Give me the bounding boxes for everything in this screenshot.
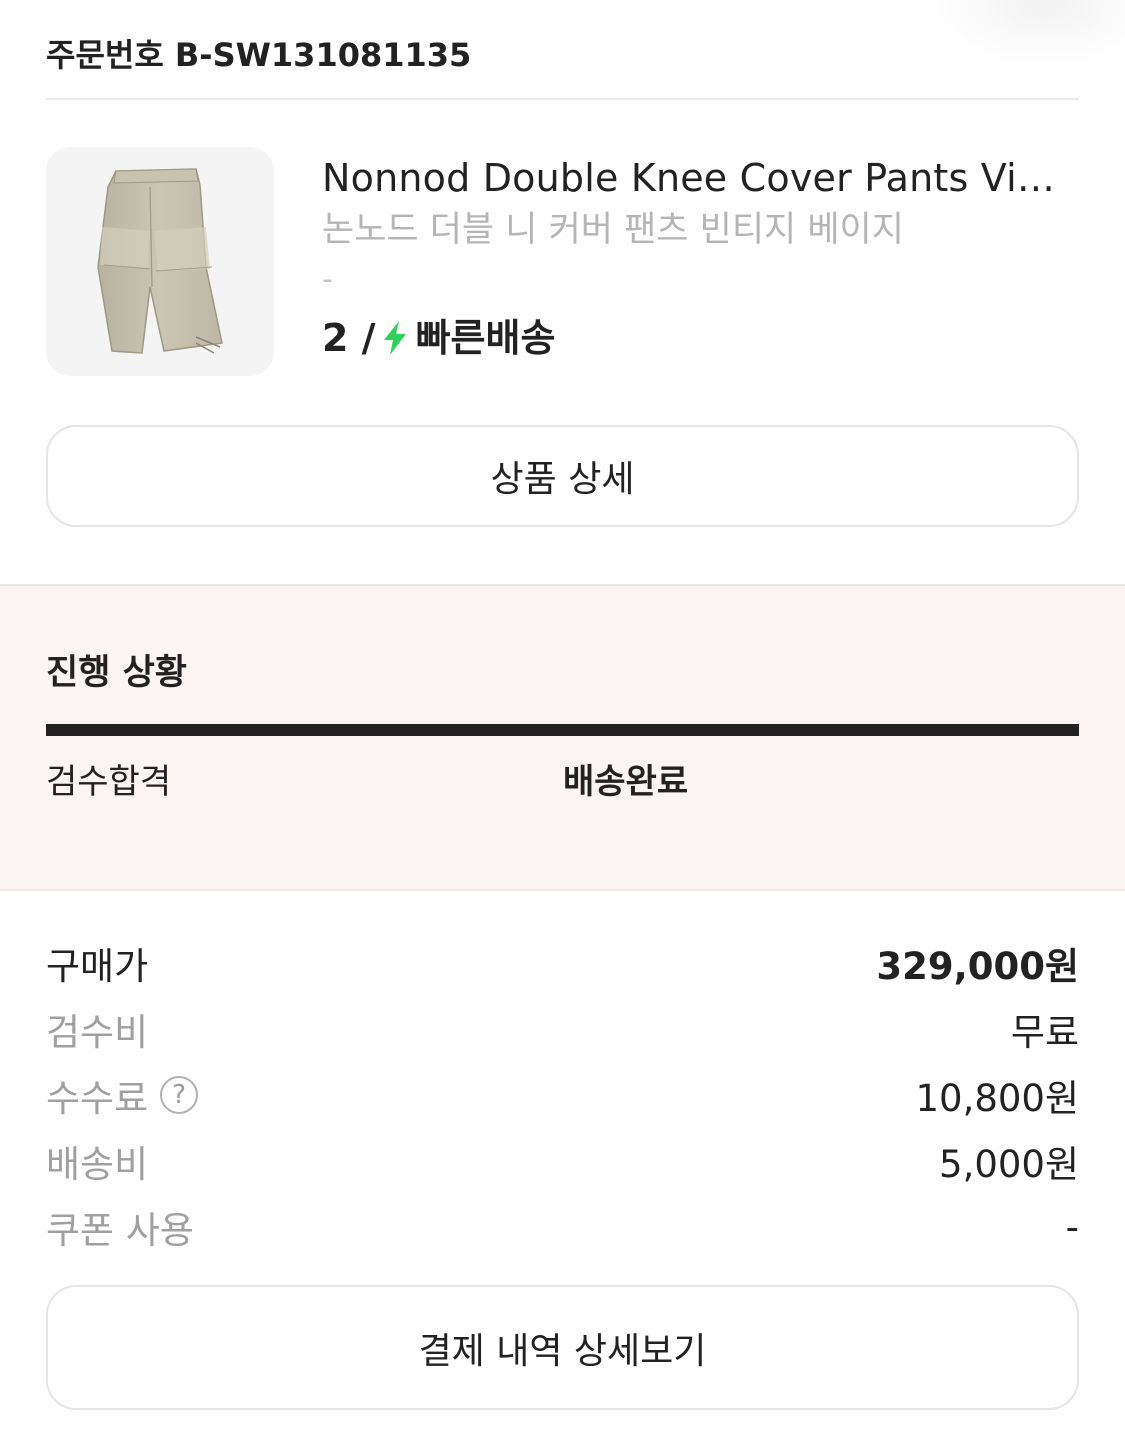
- progress-title: 진행 상황: [46, 653, 187, 693]
- product-size: 2 /: [322, 316, 376, 360]
- price-value: 329,000원: [876, 945, 1079, 988]
- order-detail-page: 주문번호 B-SW131081135 Nonnod Double Knee Co…: [0, 0, 1125, 1456]
- price-label: 수수료: [46, 1077, 149, 1120]
- step-delivered: 배송완료: [563, 762, 689, 802]
- price-label-wrapper: 수수료 ?: [46, 1068, 199, 1122]
- price-row-commission: 수수료 ? 10,800원: [46, 1062, 1079, 1128]
- product-name-en[interactable]: Nonnod Double Knee Cover Pants Vint...: [322, 150, 1072, 206]
- price-row-coupon: 쿠폰 사용 -: [46, 1194, 1079, 1260]
- product-image[interactable]: [46, 147, 274, 376]
- price-row-inspection-fee: 검수비 무료: [46, 996, 1079, 1062]
- progress-section: 진행 상황 검수합격 배송완료: [0, 584, 1125, 891]
- delivery-type: 빠른배송: [415, 316, 556, 360]
- price-value: 무료: [1010, 1011, 1079, 1054]
- pants-image-icon: [97, 168, 223, 354]
- product-info: Nonnod Double Knee Cover Pants Vint... 논…: [322, 150, 1072, 366]
- price-value: 10,800원: [915, 1077, 1079, 1120]
- price-label: 배송비: [46, 1143, 149, 1186]
- progress-bar: [46, 724, 1079, 736]
- price-list: 구매가 329,000원 검수비 무료 수수료 ? 10,800원 배송비 5,…: [46, 930, 1079, 1260]
- help-icon[interactable]: ?: [160, 1076, 199, 1114]
- order-header: 주문번호 B-SW131081135: [46, 24, 1079, 100]
- product-name-ko: 논노드 더블 니 커버 팬츠 빈티지 베이지: [322, 210, 904, 250]
- payment-detail-button[interactable]: 결제 내역 상세보기: [46, 1285, 1079, 1410]
- price-label: 구매가: [46, 945, 149, 988]
- price-value: -: [1065, 1205, 1079, 1249]
- price-row-purchase: 구매가 329,000원: [46, 930, 1079, 996]
- price-value: 5,000원: [939, 1143, 1079, 1186]
- step-inspection-passed: 검수합격: [46, 762, 172, 802]
- order-number: 주문번호 B-SW131081135: [46, 36, 472, 74]
- product-detail-button[interactable]: 상품 상세: [46, 425, 1079, 527]
- product-option: -: [322, 262, 333, 297]
- price-label: 쿠폰 사용: [46, 1209, 194, 1252]
- lightning-bolt-icon: [383, 321, 406, 355]
- price-row-shipping-fee: 배송비 5,000원: [46, 1128, 1079, 1194]
- price-label: 검수비: [46, 1011, 149, 1054]
- product-size-row: 2 / 빠른배송: [322, 310, 1072, 366]
